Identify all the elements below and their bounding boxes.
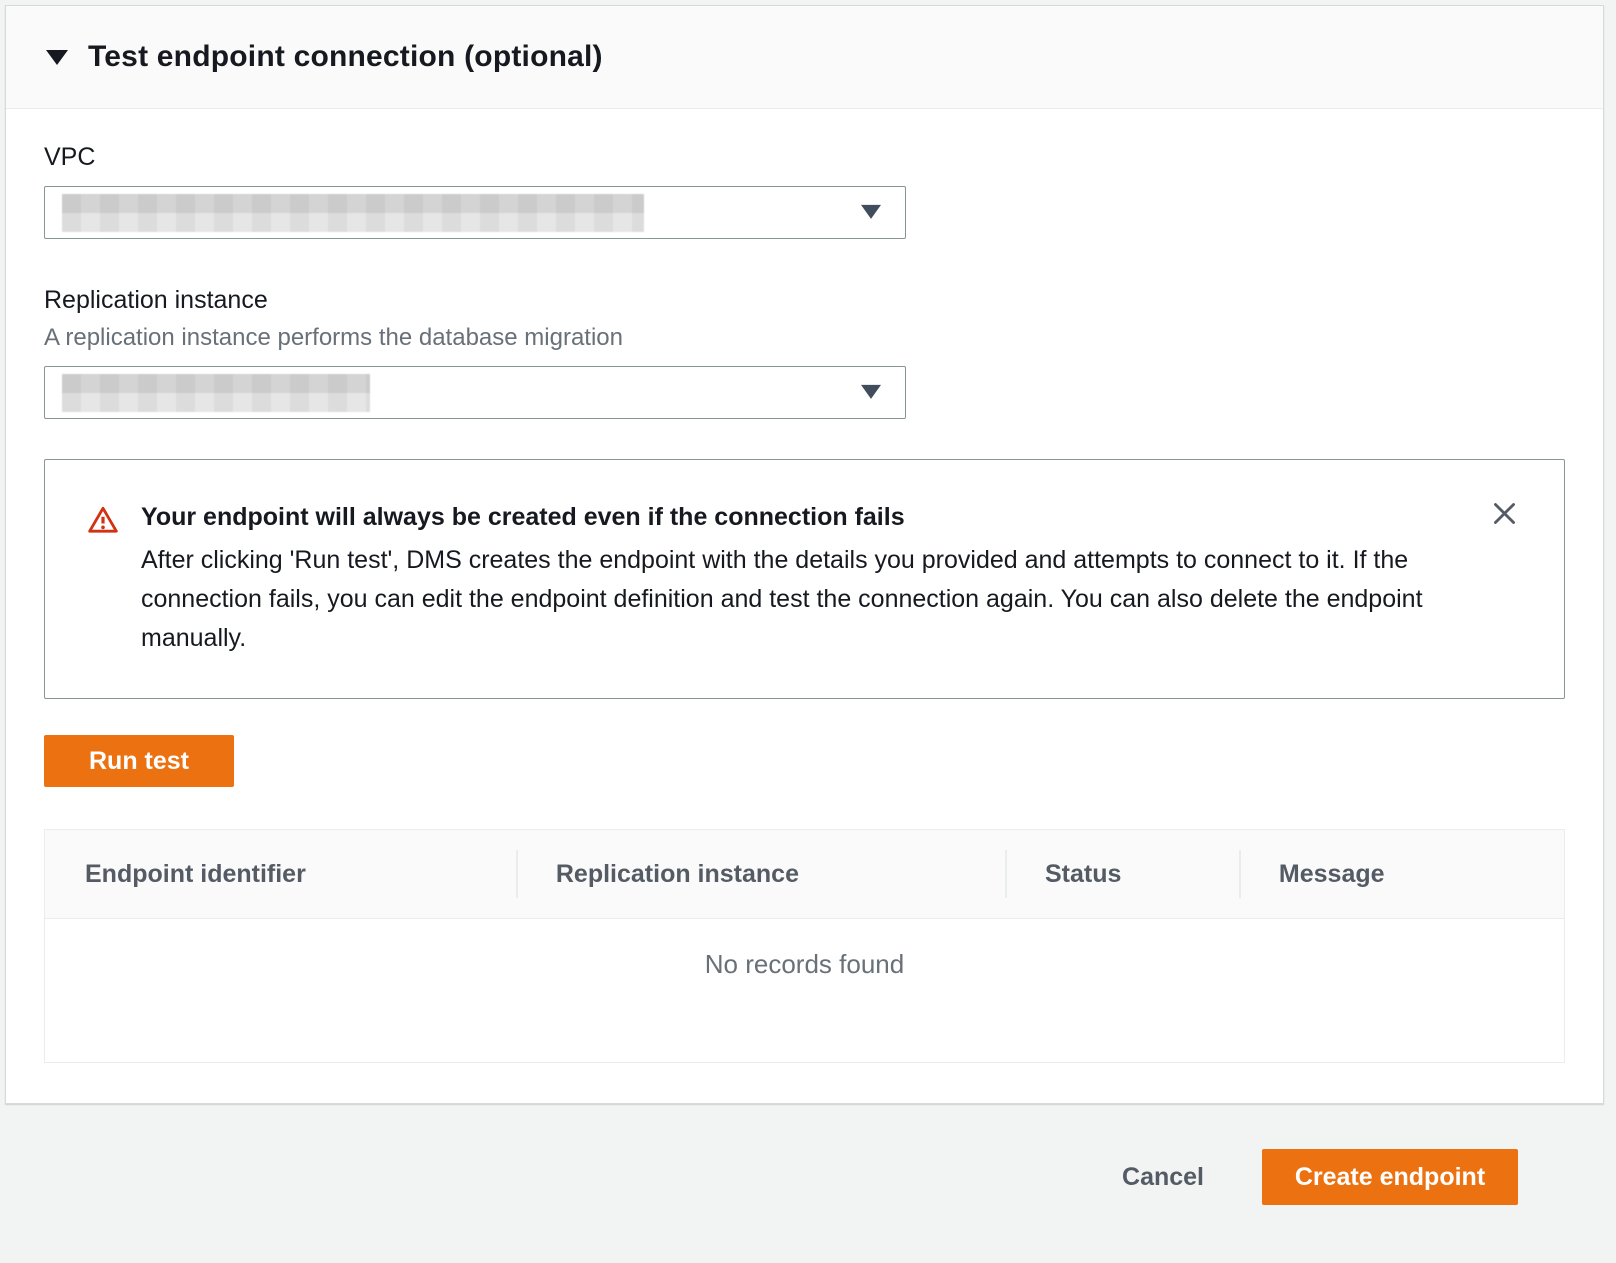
column-header-endpoint-identifier: Endpoint identifier [45, 830, 516, 918]
column-header-status: Status [1005, 830, 1239, 918]
replication-instance-selected-value-redacted [62, 374, 370, 412]
vpc-select[interactable] [44, 186, 906, 239]
create-endpoint-button[interactable]: Create endpoint [1262, 1149, 1518, 1205]
section-header[interactable]: Test endpoint connection (optional) [6, 6, 1603, 109]
empty-state-message: No records found [45, 919, 1564, 1062]
warning-triangle-icon [87, 504, 119, 658]
alert-title: Your endpoint will always be created eve… [141, 502, 1436, 532]
section-body: VPC Replication instance A replication i… [6, 109, 1603, 1103]
column-header-message: Message [1239, 830, 1564, 918]
cancel-button[interactable]: Cancel [1116, 1153, 1210, 1202]
close-icon[interactable] [1485, 494, 1524, 533]
table-header-row: Endpoint identifier Replication instance… [45, 830, 1564, 919]
replication-instance-description: A replication instance performs the data… [44, 324, 1565, 352]
alert-body: After clicking 'Run test', DMS creates t… [141, 541, 1436, 658]
form-footer: Cancel Create endpoint [0, 1104, 1616, 1205]
chevron-down-icon [861, 384, 881, 398]
section-title: Test endpoint connection (optional) [88, 40, 603, 74]
vpc-selected-value-redacted [62, 194, 644, 232]
vpc-label: VPC [44, 143, 1565, 172]
collapse-triangle-icon [46, 50, 68, 65]
chevron-down-icon [861, 204, 881, 218]
warning-alert: Your endpoint will always be created eve… [44, 459, 1565, 699]
replication-instance-select[interactable] [44, 366, 906, 419]
replication-instance-label: Replication instance [44, 286, 1565, 315]
run-test-button[interactable]: Run test [44, 735, 234, 787]
alert-content: Your endpoint will always be created eve… [141, 502, 1436, 658]
test-endpoint-connection-panel: Test endpoint connection (optional) VPC … [5, 5, 1604, 1104]
column-header-replication-instance: Replication instance [516, 830, 1005, 918]
test-results-table: Endpoint identifier Replication instance… [44, 829, 1565, 1063]
